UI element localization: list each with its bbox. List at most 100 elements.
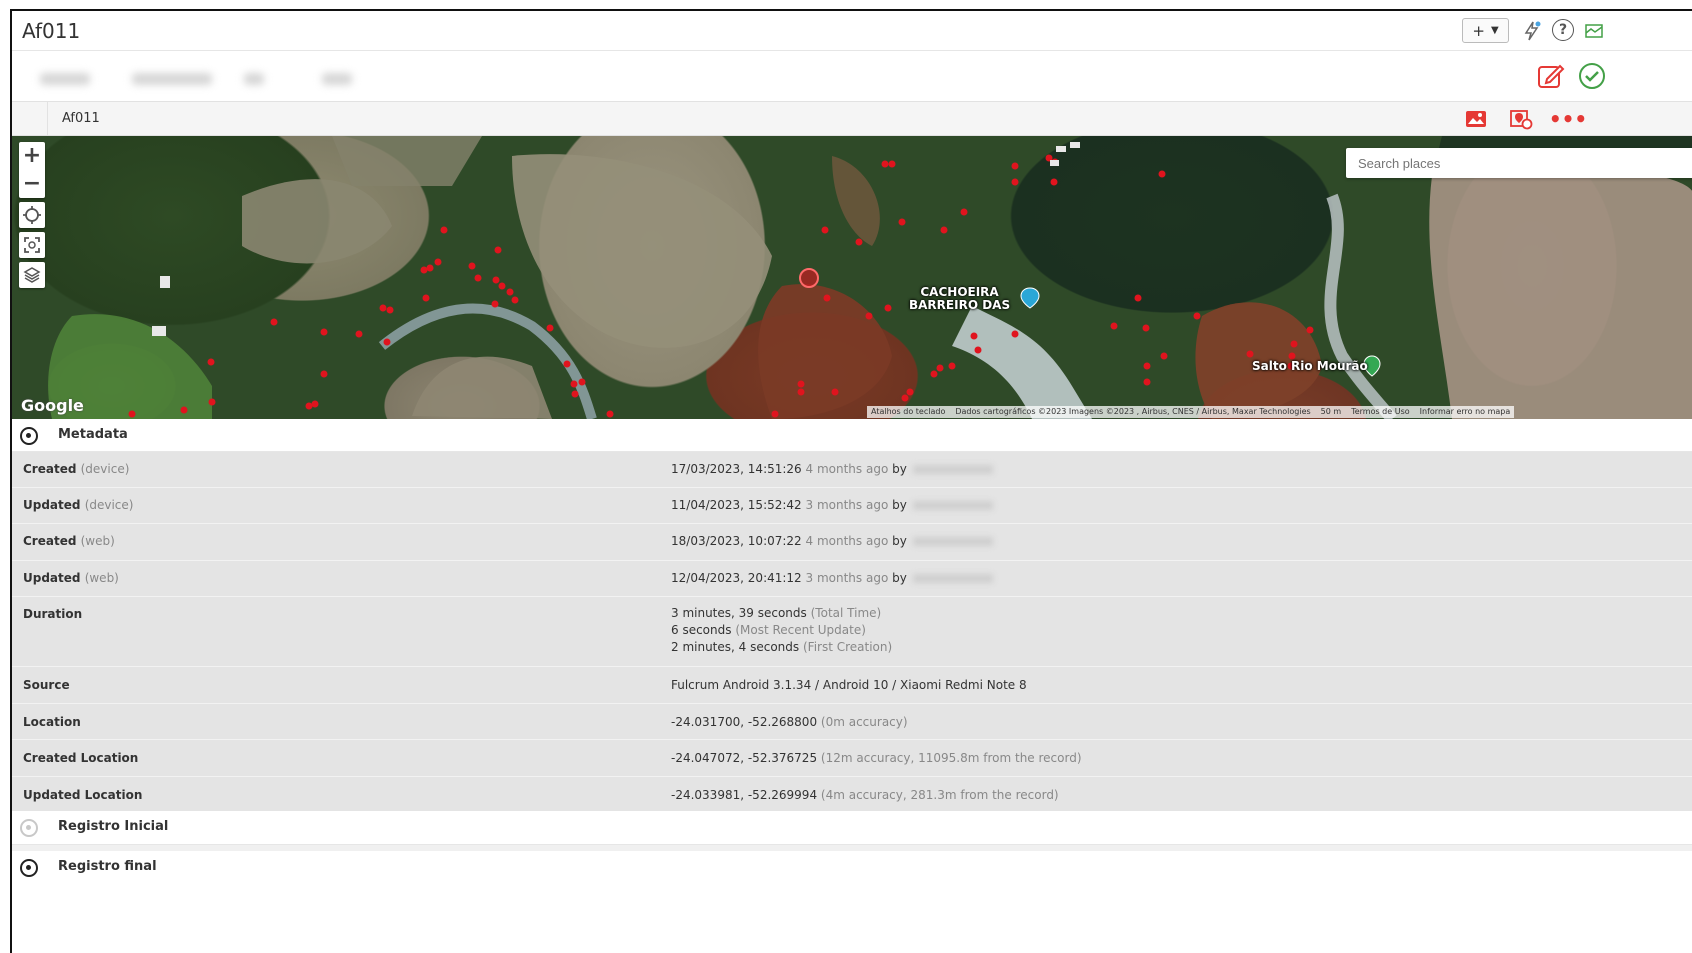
row-value: 12/04/2023, 20:41:12 [671,571,802,585]
redacted-tab[interactable] [40,73,90,85]
table-row: Updated (web) 12/04/2023, 20:41:12 3 mon… [12,561,1692,597]
duration-line: 6 seconds (Most Recent Update) [671,622,892,639]
row-note: (First Creation) [802,640,893,654]
map-view[interactable]: + − CACHOEIRA BARREIRO DAS Salto Rio Mou… [12,136,1692,419]
row-value: 18/03/2023, 10:07:22 [671,534,802,548]
scale-bar: 50 m [1320,407,1342,416]
row-ago: 4 months ago [805,534,889,548]
zoom-in-button[interactable]: + [23,143,41,169]
row-ago: 3 months ago [805,571,889,585]
metadata-section-header[interactable]: Metadata [12,419,1692,452]
map-data-credit: Dados cartográficos ©2023 Imagens ©2023 … [955,407,1311,416]
row-sublabel: (device) [80,462,130,476]
row-value: 17/03/2023, 14:51:26 [671,462,802,476]
keyboard-shortcuts-link[interactable]: Atalhos do teclado [871,407,945,417]
app-window: Af011 + ▼ ? Af011 ••• + − Search places … [10,9,1692,953]
layers-icon[interactable] [19,262,45,288]
row-by: by [892,571,907,585]
check-circle-icon[interactable] [1575,60,1607,92]
page-title: Af011 [22,19,81,43]
table-row: Created (device) 17/03/2023, 14:51:26 4 … [12,452,1692,488]
chevron-down-icon: ▼ [1490,25,1499,36]
redacted-tab[interactable] [322,73,352,85]
row-by: by [892,534,907,548]
search-places-input[interactable] [1346,148,1692,178]
breadcrumb: Af011 ••• [12,101,1692,136]
table-row: Created Location -24.047072, -52.376725 … [12,740,1692,777]
row-note: (4m accuracy, 281.3m from the record) [820,788,1059,802]
row-value: 3 minutes, 39 seconds [671,606,807,620]
row-ago: 4 months ago [805,462,889,476]
row-note: (12m accuracy, 11095.8m from the record) [820,751,1082,765]
row-value: 11/04/2023, 15:52:42 [671,498,802,512]
title-bar: Af011 + ▼ ? [12,11,1692,51]
image-icon[interactable] [1463,107,1489,131]
terms-link[interactable]: Termos de Uso [1351,407,1409,417]
fit-bounds-icon[interactable] [19,232,45,258]
map-marker-settings-icon[interactable] [1508,107,1534,131]
registro-inicial-section-header[interactable]: Registro Inicial [12,811,1692,845]
row-label: Updated Location [23,788,143,802]
section-title: Registro final [58,859,157,874]
row-note: (0m accuracy) [820,715,908,729]
row-label: Updated [23,498,81,512]
redacted-user [912,465,993,474]
redacted-tab[interactable] [244,73,264,85]
row-value: Fulcrum Android 3.1.34 / Android 10 / Xi… [671,678,1027,692]
row-value: -24.031700, -52.268800 [671,715,818,729]
waterfall-label: CACHOEIRA BARREIRO DAS [909,285,1011,312]
row-value: -24.033981, -52.269994 [671,788,818,802]
row-by: by [892,498,907,512]
row-label: Created Location [23,751,139,765]
toggle-eye-icon[interactable] [20,859,38,877]
metadata-table: Created (device) 17/03/2023, 14:51:26 4 … [12,452,1692,813]
row-label: Duration [23,607,83,621]
row-sublabel: (web) [80,534,115,548]
row-value: 6 seconds [671,623,732,637]
toggle-eye-icon[interactable] [20,819,38,837]
table-row: Source Fulcrum Android 3.1.34 / Android … [12,667,1692,704]
table-row: Updated (device) 11/04/2023, 15:52:42 3 … [12,488,1692,524]
row-label: Created [23,462,77,476]
duration-line: 2 minutes, 4 seconds (First Creation) [671,639,892,656]
locate-icon[interactable] [19,202,45,228]
registro-final-section-header[interactable]: Registro final [12,851,1692,885]
map-apps-icon[interactable] [1582,19,1606,43]
row-sublabel: (device) [84,498,134,512]
zoom-out-button[interactable]: − [23,171,41,197]
table-row: Created (web) 18/03/2023, 10:07:22 4 mon… [12,524,1692,561]
section-title: Registro Inicial [58,819,169,834]
salto-label: Salto Rio Mourão [1252,359,1368,373]
lightning-icon[interactable] [1520,19,1544,43]
more-options-icon[interactable]: ••• [1549,107,1587,131]
table-row: Location -24.031700, -52.268800 (0m accu… [12,704,1692,740]
map-overlay [48,136,1692,419]
report-error-link[interactable]: Informar erro no mapa [1420,407,1511,417]
row-value: -24.047072, -52.376725 [671,751,818,765]
row-label: Created [23,534,77,548]
row-label: Updated [23,571,81,585]
redacted-tab[interactable] [132,73,212,85]
record-name[interactable]: Af011 [62,111,100,126]
add-dropdown-button[interactable]: + ▼ [1462,18,1509,43]
row-label: Source [23,678,70,692]
toggle-eye-icon[interactable] [20,427,38,445]
row-note: (Total Time) [810,606,882,620]
redacted-user [912,501,993,510]
row-label: Location [23,715,81,729]
table-row: Duration 3 minutes, 39 seconds (Total Ti… [12,597,1692,667]
row-sublabel: (web) [84,571,119,585]
zoom-control: + − [19,142,45,198]
row-ago: 3 months ago [805,498,889,512]
row-by: by [892,462,907,476]
map-attribution: Atalhos do teclado Dados cartográficos ©… [867,406,1515,418]
gutter [12,102,48,135]
plus-icon: + [1472,21,1485,40]
help-icon[interactable]: ? [1552,19,1574,41]
toolbar [12,51,1692,101]
google-logo: Google [21,396,84,415]
redacted-user [912,574,993,583]
section-title: Metadata [58,427,128,442]
duration-line: 3 minutes, 39 seconds (Total Time) [671,605,892,622]
edit-icon[interactable] [1535,60,1567,92]
